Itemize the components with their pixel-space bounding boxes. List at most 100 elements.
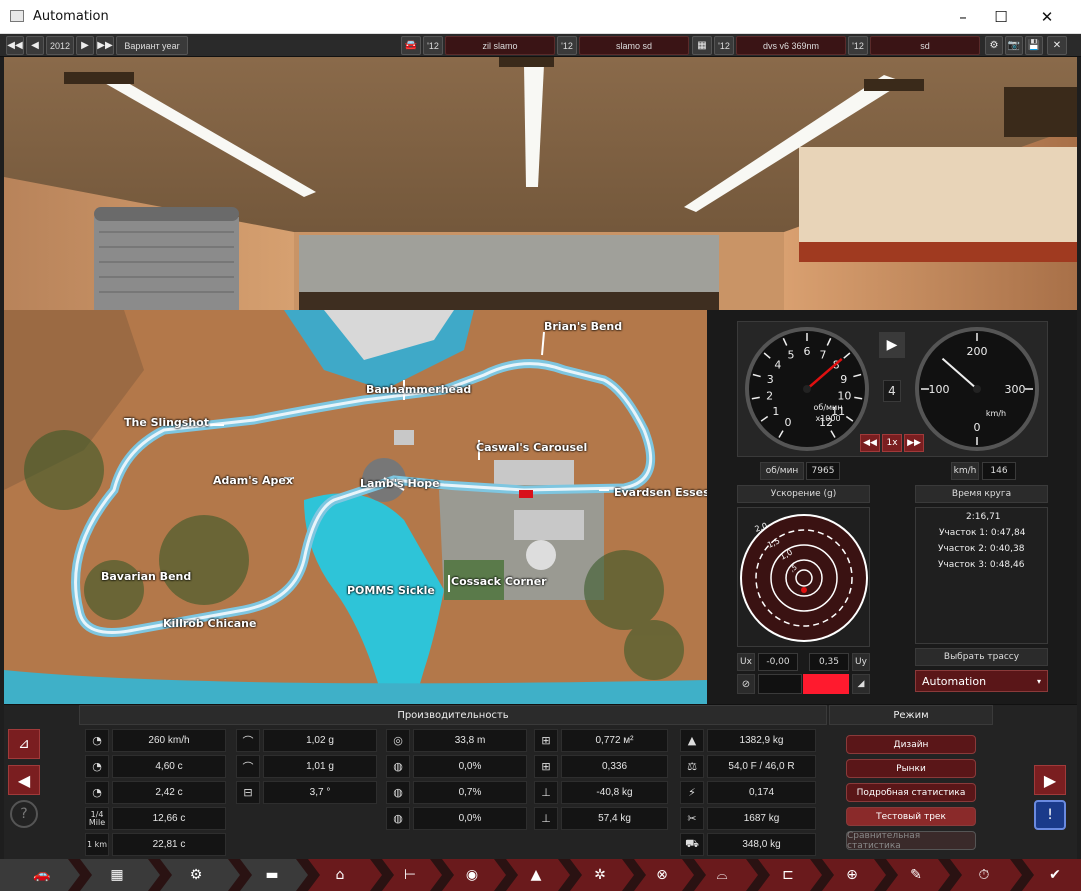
sector-2: Участок 2: 0:40,38 <box>938 544 1025 554</box>
speed-value: 146 <box>982 462 1016 480</box>
save-disk-icon[interactable]: 💾 <box>1025 36 1043 55</box>
nav-suspension-icon[interactable]: ▲ <box>516 859 556 891</box>
select-track-button[interactable]: Выбрать трассу <box>915 648 1048 666</box>
car-model-icon: 🚘 <box>401 36 421 55</box>
steering-icon: ⊘ <box>737 674 755 694</box>
nav-engine-icon[interactable]: ▦ <box>95 859 139 891</box>
rear-downforce-value: 57,4 kg <box>561 807 668 830</box>
year-last-icon[interactable]: ▶▶ <box>96 36 114 55</box>
mode-compare-stats-button[interactable]: Сравнительная статистика <box>846 831 976 851</box>
title-bar: Automation – ☐ ✕ <box>0 0 1081 34</box>
year-first-icon[interactable]: ◀◀ <box>6 36 24 55</box>
nav-brakes-icon[interactable]: ⊗ <box>642 859 682 891</box>
drag-area-value: 0,772 м² <box>561 729 668 752</box>
gauge-tick-label: 6 <box>804 345 811 358</box>
camera-icon[interactable]: 📷 <box>1005 36 1023 55</box>
nav-tune-icon[interactable]: ⚙ <box>174 859 218 891</box>
speedometer-gauge: 0 100 200 300 km/h <box>915 327 1039 451</box>
g-meter: 2,0 1,5 1,0 ,5 <box>740 514 868 642</box>
telemetry-panel: 0123456789101112 об/мин x1000 0100200300… <box>707 310 1077 704</box>
garage-view <box>4 57 1077 310</box>
car-model-field[interactable]: zil slamo <box>445 36 555 55</box>
weight-distribution-value: 54,0 F / 46,0 R <box>707 755 816 778</box>
towing-icon: ⛟ <box>680 833 704 856</box>
alert-icon[interactable]: ! <box>1034 800 1066 830</box>
settings-gear-icon[interactable]: ⚙ <box>985 36 1003 55</box>
year-next-icon[interactable]: ▶ <box>76 36 94 55</box>
trim-field[interactable]: slamo sd <box>579 36 689 55</box>
close-x-icon[interactable]: ✕ <box>1047 36 1067 55</box>
gauge-tick-label: 200 <box>967 345 988 358</box>
nav-wheels-icon[interactable]: ✲ <box>580 859 620 891</box>
g-dot <box>801 587 807 593</box>
faster-button[interactable]: ▶▶ <box>904 434 924 452</box>
power-weight-value: 0,174 <box>707 781 816 804</box>
nav-finish-icon[interactable]: ✔ <box>1035 859 1075 891</box>
map-label-lambs-hope: Lamb's Hope <box>360 477 440 490</box>
gauge-tick-label: 9 <box>840 373 847 386</box>
gauge-tick-label: 4 <box>774 359 781 372</box>
nav-interior-icon[interactable]: ⊏ <box>768 859 808 891</box>
accel-100-value: 4,60 с <box>112 755 226 778</box>
sector-3: Участок 3: 0:48,46 <box>938 560 1025 570</box>
app-icon <box>10 10 24 22</box>
speed-multiplier[interactable]: 1x <box>882 434 902 452</box>
bottom-panel: Производительность Режим ⊿ ◀ ? ◔ 260 km/… <box>4 704 1077 859</box>
gauge-tick-label: 5 <box>787 349 794 362</box>
mode-detailed-stats-button[interactable]: Подробная статистика <box>846 783 976 802</box>
power-weight-icon: ⚡ <box>680 781 704 804</box>
graph-toggle-icon[interactable]: ⊿ <box>8 729 40 759</box>
nav-steering-icon[interactable]: ⊕ <box>832 859 872 891</box>
mode-design-button[interactable]: Дизайн <box>846 735 976 754</box>
nav-chassis-icon[interactable]: ⌂ <box>318 859 362 891</box>
map-label-pomms-sickle: POMMS Sickle <box>347 584 435 597</box>
speed-unit: km/h <box>986 409 1006 418</box>
rear-downforce-icon: ⊥ <box>534 807 558 830</box>
quarter-mile-value: 12,66 с <box>112 807 226 830</box>
brake-fade-icon: ◍ <box>386 755 410 778</box>
engine-field[interactable]: dvs v6 369nm <box>736 36 846 55</box>
track-select[interactable]: Automation ▾ <box>915 670 1048 692</box>
nav-aero-icon[interactable]: ⌓ <box>702 859 742 891</box>
ux-value: -0,00 <box>758 653 798 671</box>
quarter-mile-icon: 1/4 Mile <box>85 807 109 830</box>
track-map[interactable]: Brian's Bend Banhammerhead The Slingshot… <box>4 310 707 704</box>
help-icon[interactable]: ? <box>10 800 38 828</box>
mode-markets-button[interactable]: Рынки <box>846 759 976 778</box>
brake-pedal-icon: ◢ <box>852 674 870 694</box>
tach-multiplier: x1000 <box>815 414 840 423</box>
map-label-banhammerhead: Banhammerhead <box>366 383 472 396</box>
sector-1: Участок 1: 0:47,84 <box>939 528 1026 538</box>
uy-value: 0,35 <box>809 653 849 671</box>
accel-100-icon: ◔ <box>85 755 109 778</box>
maximize-button[interactable]: ☐ <box>978 0 1024 34</box>
towing-value: 348,0 kg <box>707 833 816 856</box>
nav-car-icon[interactable]: 🚗 <box>20 859 64 891</box>
play-button[interactable]: ▶ <box>879 332 905 358</box>
nav-lights-icon[interactable]: ◉ <box>452 859 492 891</box>
mode-test-track-button[interactable]: Тестовый трек <box>846 807 976 826</box>
accel-title: Ускорение (g) <box>737 485 870 503</box>
forward-arrow-icon[interactable]: ▶ <box>1034 765 1066 795</box>
car-year: '12 <box>423 36 443 55</box>
year-prev-icon[interactable]: ◀ <box>26 36 44 55</box>
variant-year-button[interactable]: Вариант year <box>116 36 188 55</box>
nav-test-icon[interactable]: ⏱ <box>960 859 1008 891</box>
nav-body-icon[interactable]: ▬ <box>250 859 294 891</box>
track-map-image <box>4 310 707 704</box>
slower-button[interactable]: ◀◀ <box>860 434 880 452</box>
tools-value: 1687 kg <box>707 807 816 830</box>
brake-fade-2-icon: ◍ <box>386 781 410 804</box>
brake-fade-3-icon: ◍ <box>386 807 410 830</box>
map-label-caswals-carousel: Caswal's Carousel <box>476 441 588 454</box>
corner-grip-2-value: 1,01 g <box>263 755 377 778</box>
nav-drivetrain-icon[interactable]: ⊢ <box>390 859 430 891</box>
close-button[interactable]: ✕ <box>1024 0 1070 34</box>
weight-distribution-icon: ⚖ <box>680 755 704 778</box>
nav-paint-icon[interactable]: ✎ <box>896 859 936 891</box>
engine-icon: ▦ <box>692 36 712 55</box>
variant-field[interactable]: sd <box>870 36 980 55</box>
garage-scene <box>4 57 1077 310</box>
back-arrow-icon[interactable]: ◀ <box>8 765 40 795</box>
brake-fade-value: 0,0% <box>413 755 527 778</box>
